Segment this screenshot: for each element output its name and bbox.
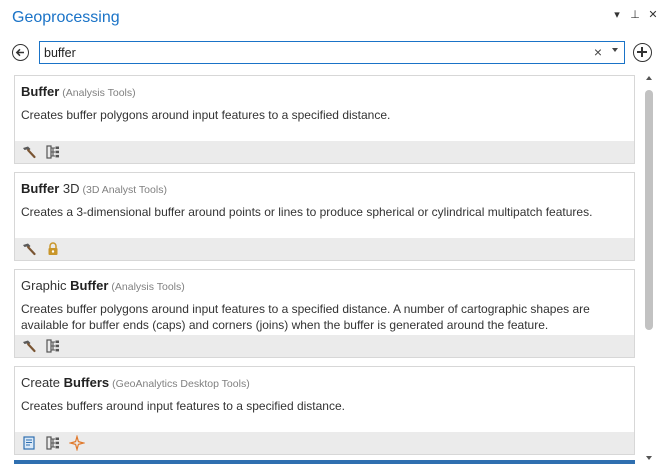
result-title-match: Buffer bbox=[70, 278, 109, 293]
clear-search-icon[interactable]: × bbox=[594, 44, 602, 60]
result-item[interactable]: Graphic Buffer (Analysis Tools) Creates b… bbox=[14, 269, 635, 358]
result-category: (3D Analyst Tools) bbox=[82, 184, 167, 196]
result-description: Creates buffer polygons around input fea… bbox=[21, 302, 590, 332]
result-footer bbox=[15, 238, 634, 260]
result-category: (GeoAnalytics Desktop Tools) bbox=[112, 378, 250, 390]
pane-controls: ▾ ⊥ ✕ bbox=[611, 8, 659, 21]
hammer-icon bbox=[23, 146, 36, 159]
search-dropdown-icon[interactable] bbox=[612, 48, 618, 52]
result-item[interactable]: Buffer 3D (3D Analyst Tools) Creates a 3-… bbox=[14, 172, 635, 261]
result-title-match: Buffer bbox=[21, 181, 60, 196]
pane-header: Geoprocessing ▾ ⊥ ✕ bbox=[0, 0, 665, 36]
hammer-icon bbox=[23, 243, 36, 256]
result-footer bbox=[15, 432, 634, 454]
hammer-icon bbox=[23, 340, 36, 353]
result-footer bbox=[15, 141, 634, 163]
result-title: Buffer (Analysis Tools) bbox=[21, 84, 136, 99]
pin-icon[interactable]: ⊥ bbox=[629, 8, 641, 21]
results-scrollbar[interactable] bbox=[645, 76, 654, 460]
close-icon[interactable]: ✕ bbox=[647, 8, 659, 21]
result-title: Graphic Buffer (Analysis Tools) bbox=[21, 278, 185, 293]
scrollbar-thumb[interactable] bbox=[645, 90, 653, 330]
search-input[interactable] bbox=[44, 43, 584, 62]
model-tree-icon bbox=[46, 339, 59, 353]
pane-options-icon[interactable]: ▾ bbox=[611, 8, 623, 21]
result-title: Buffer 3D (3D Analyst Tools) bbox=[21, 181, 167, 196]
back-arrow-icon bbox=[15, 48, 24, 57]
result-category: (Analysis Tools) bbox=[111, 281, 185, 293]
back-button[interactable] bbox=[12, 44, 29, 61]
pane-title: Geoprocessing bbox=[12, 9, 120, 26]
scroll-down-icon[interactable] bbox=[646, 456, 652, 460]
results-list: Buffer (Analysis Tools) Creates buffer po… bbox=[0, 70, 665, 464]
add-button[interactable] bbox=[633, 43, 652, 62]
result-item[interactable]: Create Buffers (GeoAnalytics Desktop Tool… bbox=[14, 366, 635, 455]
search-field[interactable]: × bbox=[39, 41, 625, 64]
result-item[interactable]: Buffer (Analysis Tools) Creates buffer po… bbox=[14, 75, 635, 164]
scroll-up-icon[interactable] bbox=[646, 76, 652, 80]
partial-result-item bbox=[14, 460, 635, 464]
result-title-match: Buffers bbox=[63, 375, 110, 390]
result-title: Create Buffers (GeoAnalytics Desktop Tool… bbox=[21, 375, 250, 390]
lock-icon bbox=[48, 242, 58, 255]
model-tree-icon bbox=[46, 436, 59, 450]
result-description: Creates buffer polygons around input fea… bbox=[21, 108, 391, 122]
model-tree-icon bbox=[46, 145, 59, 159]
result-description: Creates a 3-dimensional buffer around po… bbox=[21, 205, 593, 219]
result-category: (Analysis Tools) bbox=[62, 87, 136, 99]
result-footer bbox=[15, 335, 634, 357]
script-icon bbox=[23, 436, 35, 450]
result-description: Creates buffers around input features to… bbox=[21, 399, 345, 413]
sparkle-icon bbox=[69, 435, 85, 451]
result-title-match: Buffer bbox=[21, 84, 60, 99]
